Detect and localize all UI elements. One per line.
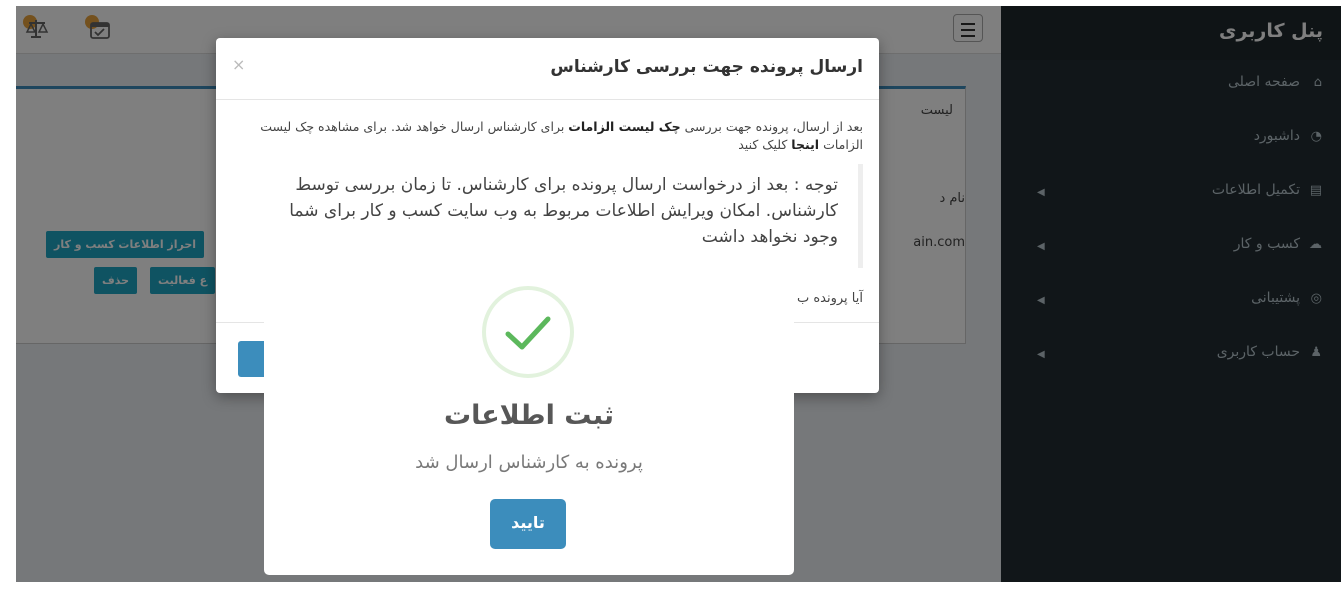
modal-intro: بعد از ارسال، پرونده جهت بررسی چک لیست ا… bbox=[232, 118, 863, 154]
close-icon[interactable]: × bbox=[232, 55, 245, 74]
requirements-link[interactable]: اینجا bbox=[791, 137, 819, 152]
alert-confirm-button[interactable]: تایید bbox=[490, 499, 566, 549]
modal-header: ارسال پرونده جهت بررسی کارشناس × bbox=[216, 38, 879, 100]
intro-text: بعد از ارسال، پرونده جهت بررسی bbox=[680, 119, 863, 134]
success-alert: ثبت اطلاعات پرونده به کارشناس ارسال شد ت… bbox=[264, 268, 794, 575]
alert-message: پرونده به کارشناس ارسال شد bbox=[415, 452, 643, 473]
alert-title: ثبت اطلاعات bbox=[443, 400, 615, 431]
intro-bold: چک لیست الزامات bbox=[568, 119, 681, 134]
success-check-icon bbox=[480, 284, 576, 380]
notice-box: توجه : بعد از درخواست ارسال پرونده برای … bbox=[232, 164, 863, 268]
modal-title: ارسال پرونده جهت بررسی کارشناس bbox=[550, 57, 863, 77]
app-page: لیست نام د ain.com احراز اطلاعات کسب و ک… bbox=[16, 6, 1341, 582]
intro-text-end: کلیک کنید bbox=[738, 137, 792, 152]
